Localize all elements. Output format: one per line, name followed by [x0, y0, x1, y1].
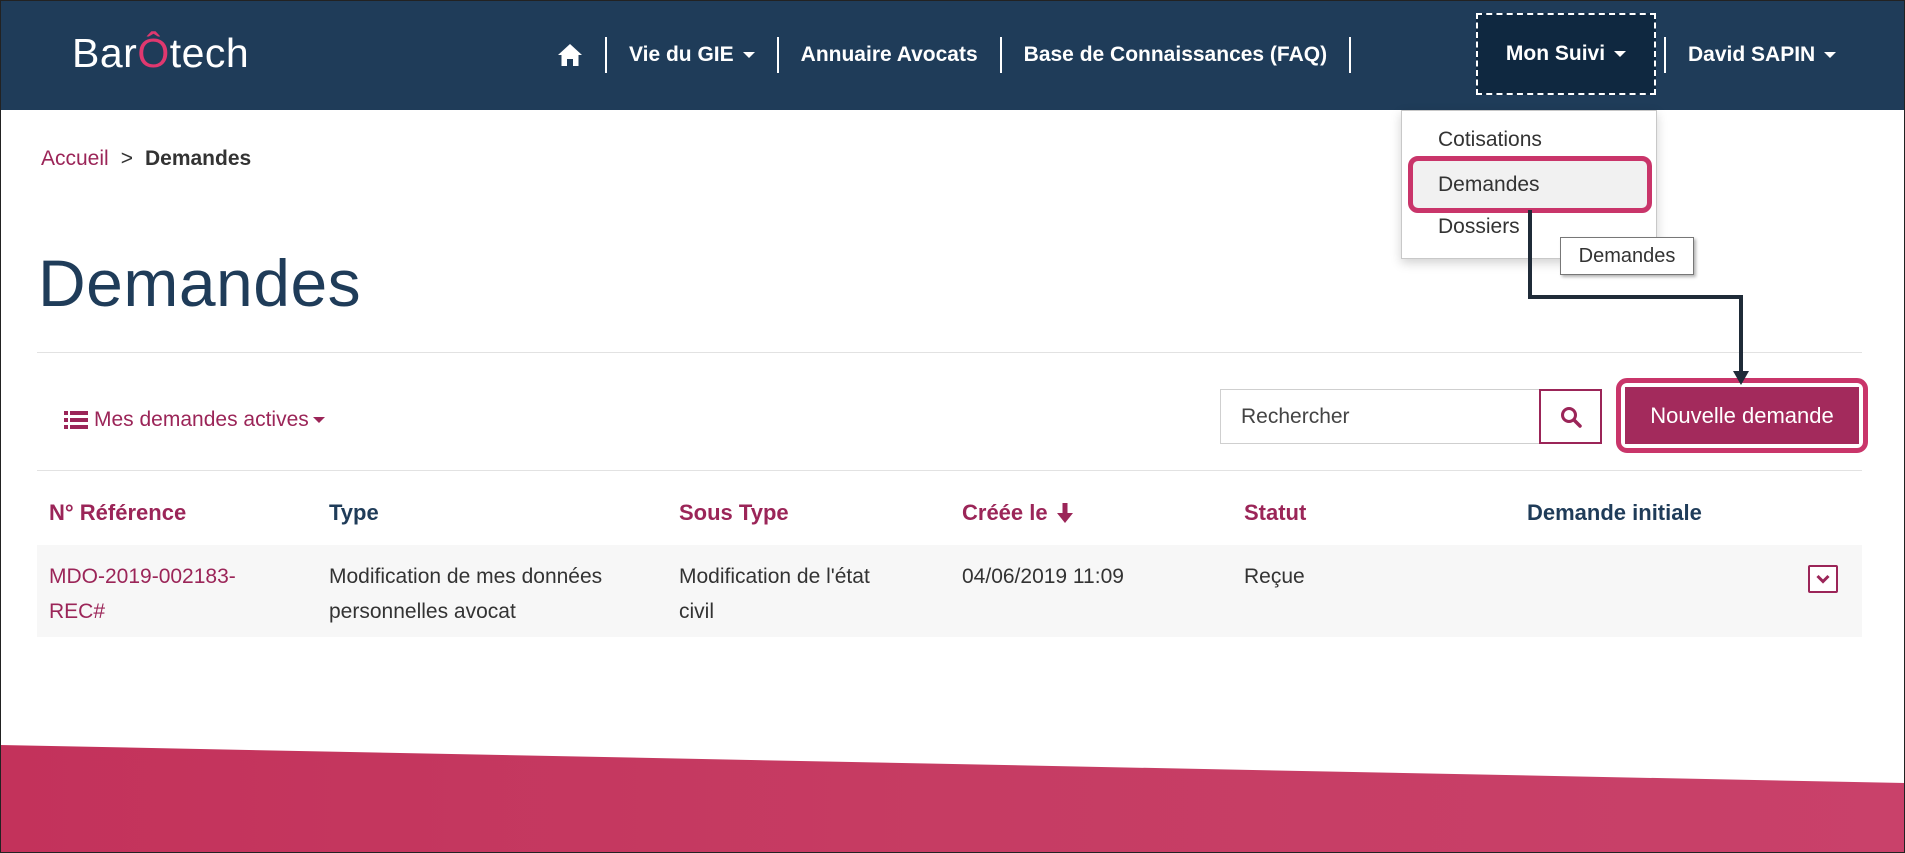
- table-row[interactable]: [37, 545, 1862, 637]
- arrow-down-icon: [1056, 503, 1073, 523]
- nav-annuaire-avocats-label: Annuaire Avocats: [800, 43, 978, 66]
- page-title: Demandes: [38, 246, 362, 320]
- nav-divider: [999, 37, 1002, 73]
- nav-divider: [605, 37, 607, 73]
- dropdown-item-cotisations[interactable]: Cotisations: [1438, 128, 1542, 152]
- column-header-status[interactable]: Statut: [1244, 500, 1306, 526]
- breadcrumb-home[interactable]: Accueil: [41, 147, 109, 170]
- user-name: David SAPIN: [1688, 43, 1816, 66]
- cell-reference-line2: REC#: [49, 600, 106, 623]
- row-expand-button[interactable]: [1808, 565, 1838, 593]
- cell-subtype: Modification de l'état civil: [679, 559, 870, 629]
- dropdown-item-demandes[interactable]: Demandes: [1438, 173, 1540, 197]
- main-nav: Vie du GIE Annuaire Avocats Base de Conn…: [557, 0, 1373, 110]
- logo-text-2: tech: [169, 30, 250, 76]
- divider: [37, 352, 1862, 353]
- dropdown-item-dossiers[interactable]: Dossiers: [1438, 215, 1520, 239]
- breadcrumb-current: Demandes: [144, 147, 252, 170]
- cell-subtype-line1: Modification de l'état: [679, 565, 870, 588]
- nav-divider: [1664, 37, 1666, 73]
- new-request-button[interactable]: Nouvelle demande: [1625, 387, 1859, 444]
- breadcrumb: Accueil > Demandes: [41, 147, 251, 171]
- nav-divider: [1349, 37, 1352, 73]
- nav-annuaire-avocats[interactable]: Annuaire Avocats: [801, 0, 978, 110]
- column-header-created-label: Créée le: [962, 500, 1048, 525]
- nav-mon-suivi-label: Mon Suivi: [1505, 42, 1606, 65]
- tooltip-demandes: Demandes: [1560, 237, 1694, 275]
- nav-divider: [776, 37, 779, 73]
- column-header-type[interactable]: Type: [329, 500, 379, 526]
- chevron-down-icon: [1614, 51, 1627, 57]
- nav-user-menu[interactable]: David SAPIN: [1688, 0, 1837, 110]
- nav-base-connaissances[interactable]: Base de Connaissances (FAQ): [1024, 0, 1327, 110]
- logo-text-accent: Ô: [137, 30, 170, 76]
- cell-status: Reçue: [1244, 565, 1305, 588]
- filter-dropdown[interactable]: Mes demandes actives: [64, 408, 325, 432]
- chevron-down-icon: [742, 52, 755, 58]
- breadcrumb-separator: >: [120, 147, 133, 170]
- search-button[interactable]: [1539, 389, 1602, 444]
- cell-created: 04/06/2019 11:09: [962, 565, 1124, 588]
- chevron-down-icon: [1816, 574, 1830, 584]
- nav-base-connaissances-label: Base de Connaissances (FAQ): [1023, 43, 1328, 66]
- nav-vie-du-gie[interactable]: Vie du GIE: [629, 0, 755, 110]
- user-nav: David SAPIN: [1664, 0, 1837, 110]
- chevron-down-icon: [1824, 52, 1837, 58]
- column-header-created[interactable]: Créée le: [962, 500, 1074, 526]
- logo[interactable]: BarÔtech: [72, 30, 249, 77]
- column-header-reference[interactable]: N° Référence: [49, 500, 186, 526]
- chevron-down-icon: [312, 417, 325, 423]
- logo-text-1: Bar: [72, 30, 138, 76]
- divider: [37, 470, 1862, 471]
- list-icon: [64, 411, 88, 429]
- top-navbar: BarÔtech Vie du GIE Annuaire Avocats Bas…: [0, 0, 1905, 110]
- column-header-initial: Demande initiale: [1527, 500, 1702, 525]
- home-icon[interactable]: [557, 0, 583, 110]
- search-icon: [1560, 406, 1582, 428]
- cell-reference-line1: MDO-2019-002183-: [49, 565, 236, 588]
- cell-subtype-line2: civil: [679, 600, 714, 623]
- cell-reference[interactable]: MDO-2019-002183- REC#: [49, 559, 236, 629]
- column-header-subtype[interactable]: Sous Type: [679, 500, 789, 526]
- nav-vie-du-gie-label: Vie du GIE: [629, 43, 734, 66]
- cell-type-line2: personnelles avocat: [329, 600, 516, 623]
- search-input[interactable]: [1220, 389, 1540, 444]
- cell-type: Modification de mes données personnelles…: [329, 559, 602, 629]
- cell-type-line1: Modification de mes données: [329, 565, 603, 588]
- filter-label: Mes demandes actives: [94, 408, 309, 431]
- nav-mon-suivi[interactable]: Mon Suivi: [1476, 13, 1656, 95]
